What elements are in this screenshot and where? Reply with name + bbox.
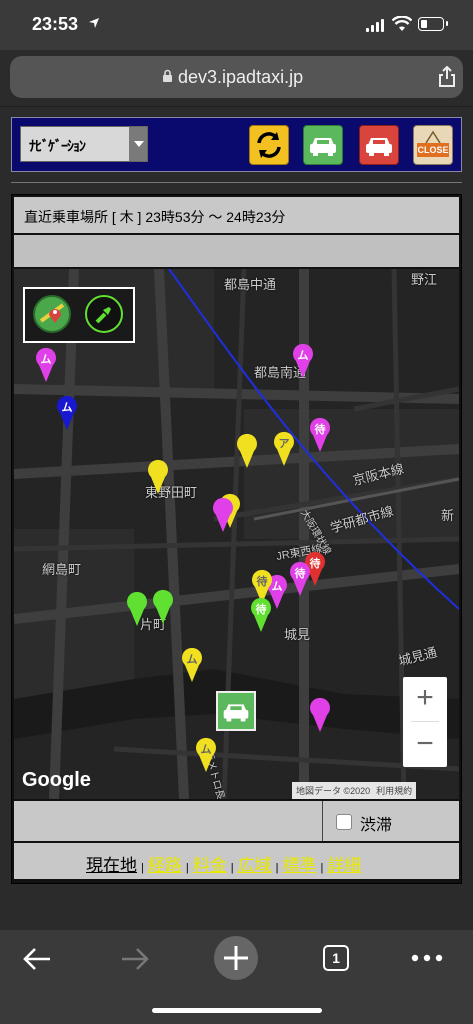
map-panel: 直近乗車場所 [ 木 ] 23時53分 〜 24時23分 都島中通 都島南通 東… — [11, 194, 462, 884]
home-indicator — [152, 1008, 322, 1013]
link-route[interactable]: 経路 — [148, 856, 182, 875]
new-tab-button[interactable] — [214, 936, 258, 980]
map-label: 新 — [441, 508, 455, 523]
forward-arrow-icon[interactable] — [120, 946, 150, 972]
taxi-icon — [310, 138, 336, 156]
refresh-icon — [257, 132, 281, 158]
link-wide-area[interactable]: 広域 — [238, 856, 272, 875]
map-mode-links: 現在地 | 経路 | 料金 | 広域 | 標準 | 詳細 — [14, 843, 459, 879]
navigation-select[interactable]: ﾅﾋﾞｹﾞｰｼｮﾝ — [20, 126, 148, 162]
map-pin-icon — [39, 303, 65, 323]
taxi-icon — [223, 704, 249, 722]
terms-link[interactable]: 利用規約 — [376, 786, 412, 796]
flashlight-button[interactable] — [85, 295, 123, 333]
signal-icon — [366, 19, 386, 32]
tab-count: 1 — [332, 950, 340, 966]
flashlight-icon — [95, 307, 111, 324]
pickup-time-range: 直近乗車場所 [ 木 ] 23時53分 〜 24時23分 — [24, 209, 286, 225]
map-tool-box — [23, 287, 135, 343]
taxi-green-button[interactable] — [303, 125, 343, 165]
zoom-control: + − — [403, 677, 447, 767]
map-label: 都島中通 — [224, 277, 277, 292]
address-bar[interactable]: dev3.ipadtaxi.jp — [10, 56, 463, 98]
more-icon[interactable] — [411, 954, 443, 962]
map-label: 野江 — [411, 272, 438, 287]
navigation-select-label: ﾅﾋﾞｹﾞｰｼｮﾝ — [29, 138, 86, 154]
map-data-credit: 地図データ ©2020 — [296, 786, 371, 796]
close-button[interactable]: CLOSE — [413, 125, 453, 165]
panel-header: 直近乗車場所 [ 木 ] 23時53分 〜 24時23分 — [14, 197, 459, 233]
traffic-checkbox[interactable] — [336, 814, 352, 830]
taxi-red-button[interactable] — [359, 125, 399, 165]
route-map-button[interactable] — [33, 295, 71, 333]
spacer-bar — [14, 235, 459, 267]
share-icon[interactable] — [438, 66, 456, 88]
sign-hanger-icon — [425, 130, 441, 144]
taxi-icon — [366, 138, 392, 156]
refresh-button[interactable] — [249, 125, 289, 165]
zoom-out-button[interactable]: − — [403, 723, 447, 767]
lock-icon — [163, 69, 172, 82]
link-fare[interactable]: 料金 — [193, 856, 227, 875]
status-time: 23:53 — [32, 14, 79, 34]
app-toolbar: ﾅﾋﾞｹﾞｰｼｮﾝ CLOSE — [11, 117, 462, 172]
zoom-in-button[interactable]: + — [403, 677, 447, 721]
map-label: 城見 — [284, 627, 311, 642]
chevron-down-icon — [129, 127, 147, 161]
google-logo: Google — [22, 769, 91, 791]
link-detail[interactable]: 詳細 — [327, 856, 361, 875]
tabs-button[interactable]: 1 — [323, 945, 349, 971]
status-bar: 23:53 — [0, 0, 473, 50]
close-label: CLOSE — [417, 143, 449, 157]
battery-icon — [418, 17, 444, 31]
map-attribution: 地図データ ©2020 利用規約 — [292, 782, 417, 799]
map-view[interactable]: 都島中通 都島南通 東野田町 京阪本線 学研都市線 JR東西線 大阪環状線 網島… — [14, 269, 459, 799]
link-current-location[interactable]: 現在地 — [86, 856, 137, 875]
plus-icon — [224, 946, 248, 970]
wifi-icon — [392, 16, 412, 31]
traffic-label: 渋滞 — [360, 817, 393, 834]
url-text: dev3.ipadtaxi.jp — [178, 67, 304, 87]
current-taxi-marker[interactable] — [216, 691, 256, 731]
options-row: 渋滞 — [14, 801, 459, 841]
location-arrow-icon — [89, 18, 99, 28]
link-standard[interactable]: 標準 — [282, 856, 316, 875]
back-arrow-icon[interactable] — [22, 946, 52, 972]
map-label: 網島町 — [42, 562, 82, 577]
